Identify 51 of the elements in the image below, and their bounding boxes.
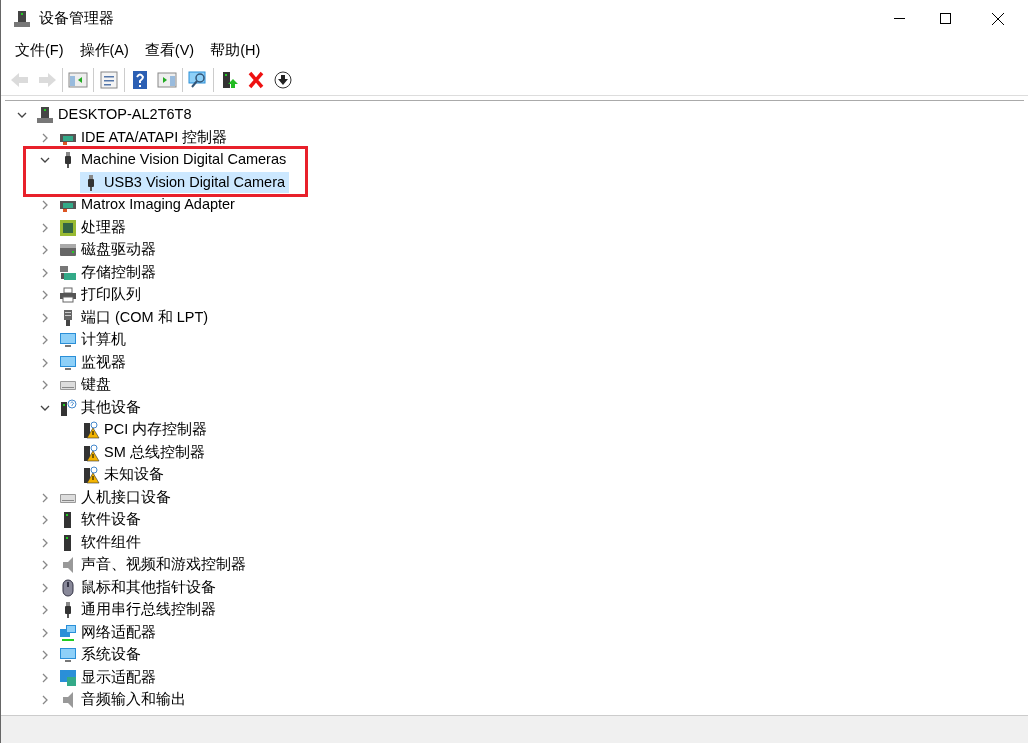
tree-item[interactable]: USB3 Vision Digital Camera (80, 172, 290, 194)
tree-item[interactable]: IDE ATA/ATAPI 控制器 (57, 127, 232, 149)
unknown-device-icon (59, 398, 77, 417)
tree-item[interactable]: 软件组件 (57, 532, 145, 554)
tree-item[interactable]: 音频输入和输出 (57, 689, 190, 711)
monitor-icon (59, 646, 77, 665)
storage-controller-icon (59, 263, 77, 282)
close-icon (992, 12, 1004, 25)
tree-item[interactable]: PCI 内存控制器 (80, 419, 212, 441)
tree-item[interactable]: 未知设备 (80, 464, 168, 486)
tree-item[interactable]: 显示适配器 (57, 667, 160, 689)
tree-item[interactable]: 鼠标和其他指针设备 (57, 577, 220, 599)
tree-item[interactable]: 处理器 (57, 217, 130, 239)
warning-device-icon (82, 443, 100, 462)
tree-item[interactable]: Matrox Imaging Adapter (57, 194, 239, 216)
tree-item[interactable]: 系统设备 (57, 644, 145, 666)
disable-tool-button[interactable] (271, 68, 295, 92)
tree-item[interactable]: 键盘 (57, 374, 115, 396)
menu-item[interactable]: 查看(V) (136, 39, 203, 63)
tree-item[interactable]: 其他设备 (57, 397, 145, 419)
chip-icon (59, 218, 77, 237)
tree-item[interactable]: 软件设备 (57, 509, 145, 531)
monitor-icon (59, 353, 77, 372)
printer-icon (59, 286, 77, 305)
tree-item[interactable]: 打印队列 (57, 284, 145, 306)
tree-item[interactable]: 计算机 (57, 329, 130, 351)
tree-item[interactable]: 磁盘驱动器 (57, 239, 160, 261)
display-adapter-icon (59, 668, 77, 687)
tree-item[interactable]: 人机接口设备 (57, 487, 175, 509)
tree-item[interactable]: SM 总线控制器 (80, 442, 209, 464)
tree-item[interactable]: 端口 (COM 和 LPT) (57, 307, 213, 329)
mouse-icon (59, 578, 77, 597)
properties-tool-button[interactable] (97, 68, 121, 92)
maximize-icon (939, 13, 951, 24)
window-title: 设备管理器 (39, 8, 114, 29)
tree-item[interactable]: 存储控制器 (57, 262, 160, 284)
monitor-icon (59, 331, 77, 350)
menu-item[interactable]: 帮助(H) (202, 39, 269, 63)
menu-item[interactable]: 文件(F) (7, 39, 72, 63)
warning-device-icon (82, 421, 100, 440)
tree-item[interactable]: 通用串行总线控制器 (57, 599, 220, 621)
tree-item[interactable]: DESKTOP-AL2T6T8 (34, 104, 196, 126)
network-icon (59, 623, 77, 642)
computer-icon (36, 106, 54, 125)
tree-item[interactable]: Machine Vision Digital Cameras (57, 149, 291, 171)
tree-item[interactable]: 声音、视频和游戏控制器 (57, 554, 250, 576)
tree-item[interactable]: 网络适配器 (57, 622, 160, 644)
menu-item[interactable]: 操作(A) (71, 39, 137, 63)
tree-item[interactable]: 监视器 (57, 352, 130, 374)
warning-device-icon (82, 466, 100, 485)
computer-icon (13, 9, 31, 28)
